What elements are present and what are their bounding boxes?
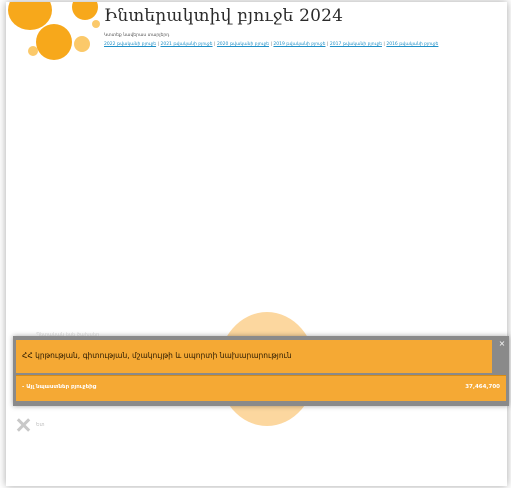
year-link-2022[interactable]: 2022 թվականի բյուջե [104,42,156,47]
back-label: Ետ [36,422,45,428]
popup-row[interactable]: - Այլ նպաստներ բյուջեից 37,464,700 [16,375,506,401]
page-title: Ինտերակտիվ բյուջե 2024 [104,6,344,26]
row-value: 37,464,700 [465,384,500,390]
year-link-2020[interactable]: 2020 թվականի բյուջե [217,42,269,47]
ministry-popup: × ՀՀ կրթության, գիտության, մշակույթի և ս… [13,336,509,406]
row-label: - Այլ նպաստներ բյուջեից [22,384,97,390]
year-links: 2022 թվականի բյուջե | 2021 թվականի բյուջ… [104,41,464,49]
popup-header: ՀՀ կրթության, գիտության, մշակույթի և սպո… [16,340,492,373]
close-icon[interactable]: × [497,339,507,349]
year-link-2019[interactable]: 2019 թվականի բյուջե [273,42,325,47]
ministry-name: ՀՀ կրթության, գիտության, մշակույթի և սպո… [22,351,292,360]
app-frame: Ինտերակտիվ բյուջե 2024 Կտտեք նավերաս տար… [6,2,507,486]
year-link-2017[interactable]: 2017 թվականի բյուջե [330,42,382,47]
year-link-2021[interactable]: 2021 թվականի բյուջե [160,42,212,47]
page-subtitle: Կտտեք նավերաս տարլերդ [104,33,170,38]
year-link-2016[interactable]: 2016 թվականի բյուջե [386,42,438,47]
close-icon [16,418,30,432]
logo [8,2,100,72]
